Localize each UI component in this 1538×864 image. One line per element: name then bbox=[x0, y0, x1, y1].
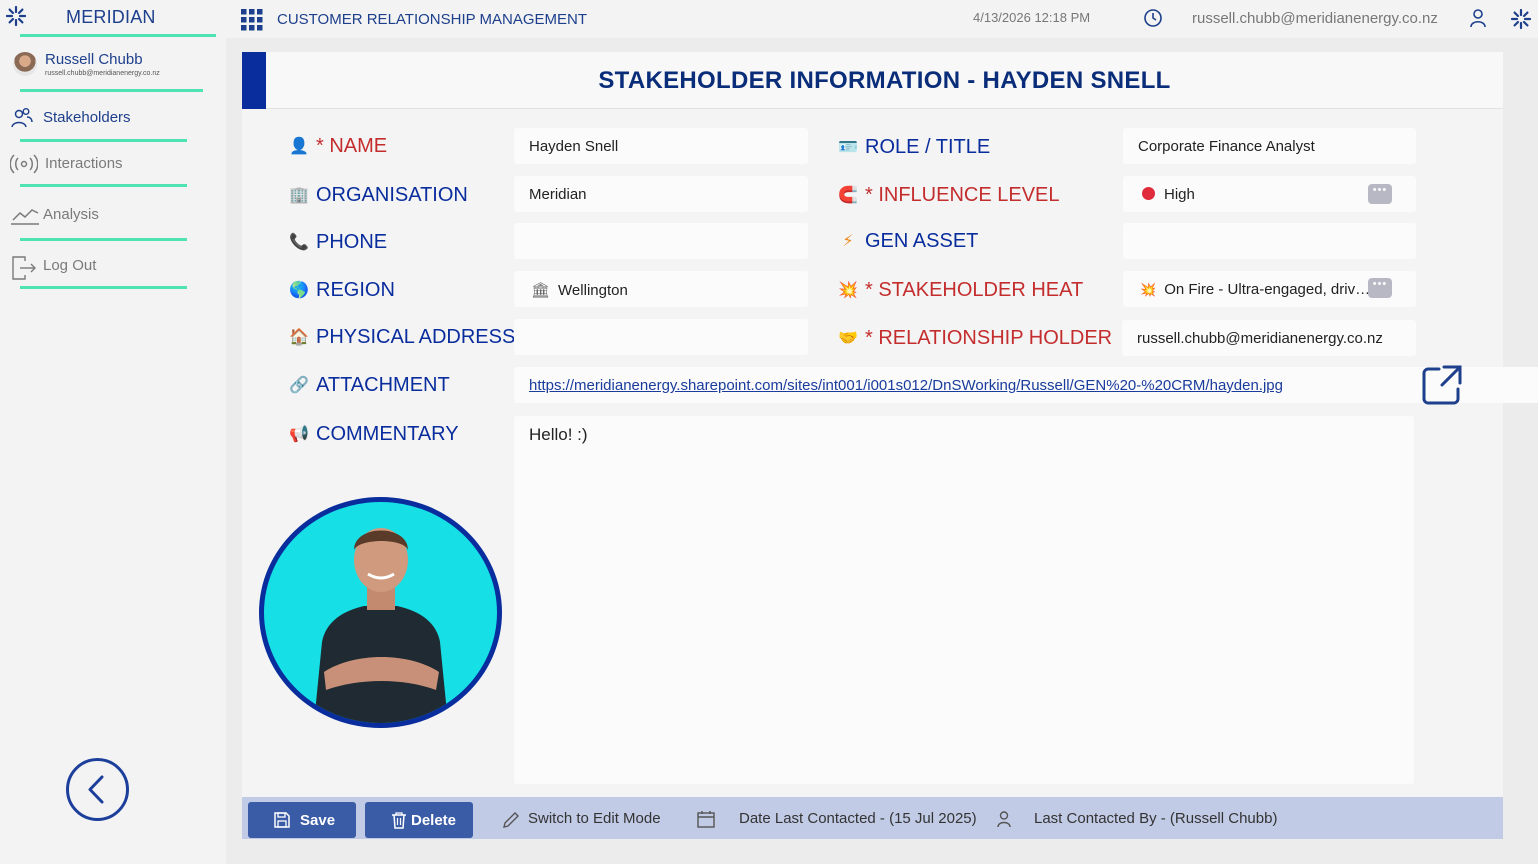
app-title: CUSTOMER RELATIONSHIP MANAGEMENT bbox=[277, 11, 588, 28]
chart-line-icon bbox=[11, 209, 39, 225]
magnet-icon: 🧲 bbox=[838, 187, 858, 204]
heat-options-button[interactable]: ••• bbox=[1368, 278, 1392, 298]
heat-value: On Fire - Ultra-engaged, driv…. bbox=[1164, 281, 1375, 298]
sidebar: MERIDIAN Russell Chubb russell.chubb@mer… bbox=[0, 0, 226, 864]
sidebar-item-analysis[interactable]: Analysis bbox=[8, 201, 198, 229]
organisation-label: 🏢 ORGANISATION bbox=[289, 184, 468, 206]
person-photo-illustration bbox=[314, 528, 448, 723]
commentary-field[interactable]: Hello! :) bbox=[514, 416, 1414, 784]
stakeholder-card: STAKEHOLDER INFORMATION - HAYDEN SNELL 👤… bbox=[242, 52, 1538, 797]
stakeholders-icon bbox=[11, 108, 33, 128]
save-label: Save bbox=[300, 812, 336, 829]
phone-label: 📞 PHONE bbox=[289, 231, 388, 253]
divider bbox=[20, 286, 187, 289]
role-label: 🪪 ROLE / TITLE bbox=[838, 136, 991, 158]
bottom-toolbar: Save Delete Switch to Edit Mode Date Las… bbox=[242, 797, 1503, 839]
region-label: 🌎 REGION bbox=[289, 279, 395, 301]
title-accent-bar bbox=[242, 52, 266, 109]
influence-high-dot bbox=[1142, 187, 1155, 200]
sidebar-item-interactions[interactable]: Interactions bbox=[8, 150, 198, 178]
globe-icon: 🌎 bbox=[289, 282, 309, 299]
app-launcher-icon[interactable] bbox=[241, 9, 263, 31]
divider bbox=[20, 139, 187, 142]
delete-label: Delete bbox=[411, 812, 457, 829]
floppy-disk-icon bbox=[274, 812, 290, 828]
back-button[interactable] bbox=[66, 758, 129, 821]
pencil-icon bbox=[503, 812, 519, 828]
brand-name: MERIDIAN bbox=[66, 7, 156, 27]
lightning-icon: ⚡ bbox=[842, 233, 854, 250]
divider bbox=[20, 34, 216, 37]
divider bbox=[20, 89, 203, 92]
commentary-label: 📢 COMMENTARY bbox=[289, 423, 459, 445]
explosion-icon: 💥 bbox=[838, 282, 858, 299]
influence-options-button[interactable]: ••• bbox=[1368, 184, 1392, 204]
title-bar: STAKEHOLDER INFORMATION - HAYDEN SNELL bbox=[266, 52, 1503, 109]
user-icon[interactable] bbox=[1469, 8, 1487, 28]
sidebar-item-label: Interactions bbox=[45, 155, 123, 172]
sidebar-item-label: Log Out bbox=[43, 257, 97, 274]
date-last-contacted: Date Last Contacted - (15 Jul 2025) bbox=[739, 810, 977, 827]
attachment-label: 🔗 ATTACHMENT bbox=[289, 374, 450, 396]
address-label: 🏠 PHYSICAL ADDRESS bbox=[289, 326, 516, 348]
id-card-icon: 🪪 bbox=[838, 139, 858, 156]
page-title: STAKEHOLDER INFORMATION - HAYDEN SNELL bbox=[598, 67, 1171, 94]
gen-asset-field[interactable] bbox=[1123, 223, 1416, 259]
heat-label: 💥 * STAKEHOLDER HEAT bbox=[838, 279, 1084, 301]
link-icon: 🔗 bbox=[289, 377, 309, 394]
save-button[interactable]: Save bbox=[248, 802, 356, 838]
clock-icon bbox=[1144, 9, 1162, 27]
attachment-link[interactable]: https://meridianenergy.sharepoint.com/si… bbox=[529, 377, 1283, 394]
user-name: Russell Chubb bbox=[45, 51, 143, 68]
current-datetime: 4/13/2026 12:18 PM bbox=[973, 10, 1091, 25]
sidebar-item-logout[interactable]: Log Out bbox=[8, 252, 198, 280]
sidebar-item-label: Analysis bbox=[43, 206, 99, 223]
top-header: CUSTOMER RELATIONSHIP MANAGEMENT 4/13/20… bbox=[226, 0, 1538, 38]
logout-icon bbox=[12, 256, 36, 280]
sidebar-item-label: Stakeholders bbox=[43, 109, 131, 126]
broadcast-icon bbox=[10, 154, 38, 174]
brand: MERIDIAN bbox=[0, 0, 226, 36]
stakeholder-photo bbox=[259, 497, 502, 728]
user-icon bbox=[997, 811, 1011, 828]
avatar bbox=[13, 52, 37, 76]
switch-edit-mode-button[interactable]: Switch to Edit Mode bbox=[528, 810, 661, 827]
influence-label: 🧲 * INFLUENCE LEVEL bbox=[838, 184, 1060, 206]
address-field[interactable] bbox=[514, 319, 808, 355]
sidebar-item-stakeholders[interactable]: Stakeholders bbox=[8, 104, 198, 132]
megaphone-icon: 📢 bbox=[289, 426, 309, 443]
holder-label: 🤝 * RELATIONSHIP HOLDER bbox=[838, 327, 1113, 349]
gen-asset-label: ⚡ GEN ASSET bbox=[837, 230, 978, 253]
house-icon: 🏠 bbox=[289, 329, 309, 346]
handshake-icon: 🤝 bbox=[838, 330, 858, 347]
phone-icon: 📞 bbox=[289, 234, 309, 251]
phone-field[interactable] bbox=[514, 223, 808, 259]
region-value: Wellington bbox=[558, 282, 628, 299]
last-contacted-by: Last Contacted By - (Russell Chubb) bbox=[1034, 810, 1278, 827]
chevron-left-icon bbox=[88, 775, 104, 804]
calendar-icon bbox=[697, 811, 715, 828]
name-field[interactable]: Hayden Snell bbox=[514, 128, 808, 164]
holder-field[interactable]: russell.chubb@meridianenergy.co.nz bbox=[1122, 320, 1416, 356]
divider bbox=[20, 184, 187, 187]
header-user-email: russell.chubb@meridianenergy.co.nz bbox=[1192, 10, 1438, 27]
meridian-logo-icon bbox=[5, 5, 27, 27]
explosion-icon: 💥 bbox=[1140, 282, 1157, 297]
influence-value: High bbox=[1164, 186, 1195, 203]
person-icon: 👤 bbox=[289, 138, 309, 155]
organisation-field[interactable]: Meridian bbox=[514, 176, 808, 212]
attachment-field[interactable]: https://meridianenergy.sharepoint.com/si… bbox=[514, 367, 1538, 403]
role-field[interactable]: Corporate Finance Analyst bbox=[1123, 128, 1416, 164]
user-email: russell.chubb@meridianenergy.co.nz bbox=[45, 70, 160, 77]
bank-icon: 🏛 bbox=[531, 282, 551, 299]
open-external-icon[interactable] bbox=[1422, 365, 1464, 407]
meridian-logo-icon bbox=[1510, 8, 1532, 30]
delete-button[interactable]: Delete bbox=[365, 802, 473, 838]
region-field[interactable]: 🏛 Wellington bbox=[514, 271, 808, 307]
name-label: 👤 * NAME bbox=[289, 135, 388, 157]
trash-icon bbox=[392, 812, 406, 829]
divider bbox=[20, 238, 187, 241]
building-icon: 🏢 bbox=[289, 187, 309, 204]
